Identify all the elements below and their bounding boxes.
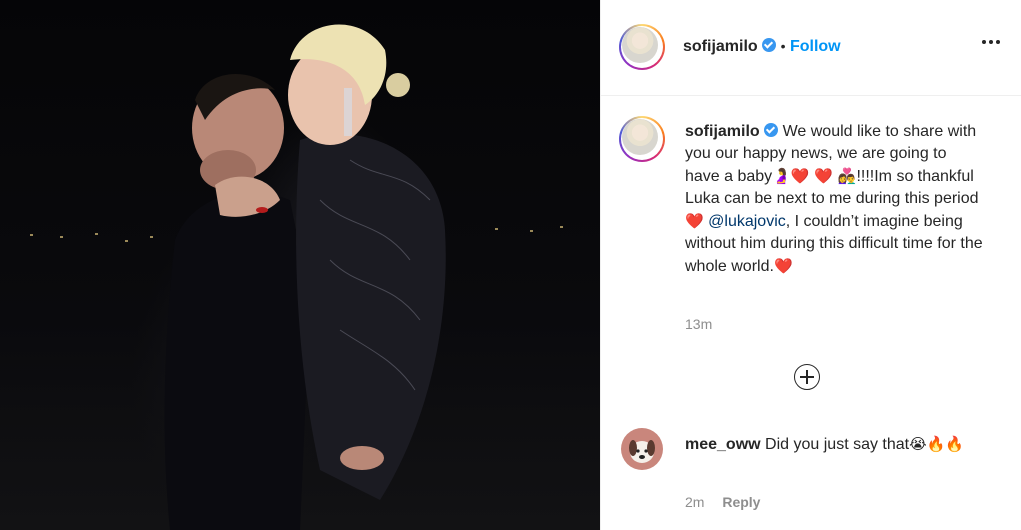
comment-text: Did you just say that [765, 436, 910, 453]
comment-meta: 2m Reply [685, 494, 760, 510]
post-header: sofijamilo • Follow [601, 0, 1021, 96]
comment-username[interactable]: mee_oww [685, 436, 761, 453]
verified-badge-icon [764, 123, 779, 137]
comment-emoji: 😭🔥🔥 [909, 435, 965, 453]
post-timestamp[interactable]: 13m [685, 316, 712, 332]
mention-link[interactable]: @lukajovic [708, 213, 786, 230]
reply-button[interactable]: Reply [722, 494, 760, 510]
commenter-avatar[interactable] [621, 428, 663, 470]
post-photo[interactable] [0, 0, 600, 530]
separator-dot: • [780, 38, 786, 54]
comment-timestamp[interactable]: 2m [685, 494, 704, 510]
follow-button[interactable]: Follow [790, 38, 841, 55]
more-options-icon[interactable] [982, 40, 1000, 44]
header-title-row: sofijamilo • Follow [683, 38, 841, 56]
add-circle-icon[interactable] [794, 364, 820, 390]
commenter-avatar-image [629, 440, 655, 463]
caption-username[interactable]: sofijamilo [685, 123, 760, 140]
caption-emoji-1: 🤰❤️ ❤️ 👩‍❤️‍👨 [772, 167, 857, 185]
caption-emoji-3: ❤️ [773, 257, 793, 275]
author-username[interactable]: sofijamilo [683, 38, 758, 55]
verified-badge-icon [762, 38, 777, 52]
photo-illustration [30, 24, 563, 530]
post-side-panel: sofijamilo • Follow sofijamilo We would … [600, 0, 1021, 530]
post-caption: sofijamilo We would like to share with y… [685, 121, 985, 278]
caption-author-avatar[interactable] [619, 116, 665, 162]
author-avatar[interactable] [619, 24, 665, 70]
caption-emoji-2: ❤️ [685, 212, 704, 230]
comment-body: mee_oww Did you just say that😭🔥🔥 [685, 433, 985, 456]
